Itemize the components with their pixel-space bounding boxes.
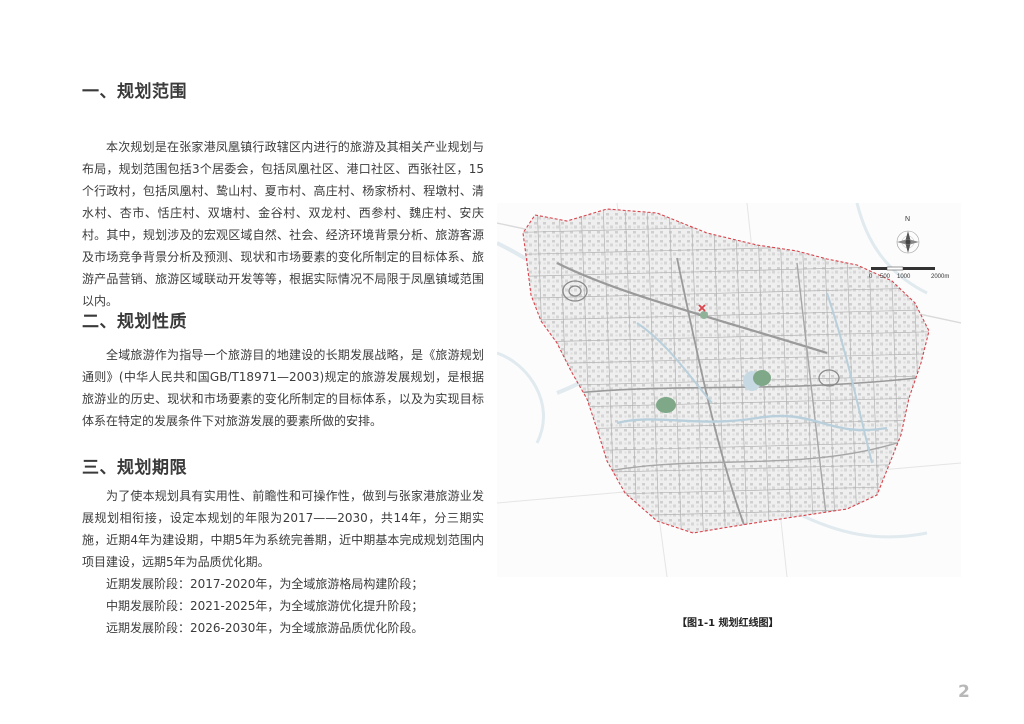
park-west [656,397,676,413]
scale-label-500: 500 [880,274,891,280]
phase-mid-term: 中期发展阶段：2021-2025年，为全域旅游优化提升阶段； [106,599,424,613]
park-center [753,370,771,386]
section-heading-scope: 一、规划范围 [82,82,187,102]
scale-label-2000m: 2000m [931,274,949,280]
park-north [700,311,708,319]
section-paragraph-nature: 全域旅游作为指导一个旅游目的地建设的长期发展战略，是《旅游规划通则》(中华人民共… [82,348,484,428]
planning-boundary-map: N 0 500 1000 2000m [497,203,961,577]
north-label: N [905,216,910,223]
phase-near-term: 近期发展阶段：2017-2020年，为全域旅游格局构建阶段； [106,577,424,591]
section-heading-nature: 二、规划性质 [82,312,187,332]
section-paragraph-period: 为了使本规划具有实用性、前瞻性和可操作性，做到与张家港旅游业发展规划相衔接，设定… [82,489,484,569]
section-paragraph-scope: 本次规划是在张家港凤凰镇行政辖区内进行的旅游及其相关产业规划与布局，规划范围包括… [82,140,484,308]
phase-long-term: 远期发展阶段：2026-2030年，为全域旅游品质优化阶段。 [106,621,424,635]
scale-label-1000: 1000 [897,274,911,280]
page-number: 2 [958,682,970,702]
figure-caption: 【图1-1 规划红线图】 [677,618,779,629]
compass-rose-icon [896,230,920,254]
section-heading-period: 三、规划期限 [82,458,187,478]
